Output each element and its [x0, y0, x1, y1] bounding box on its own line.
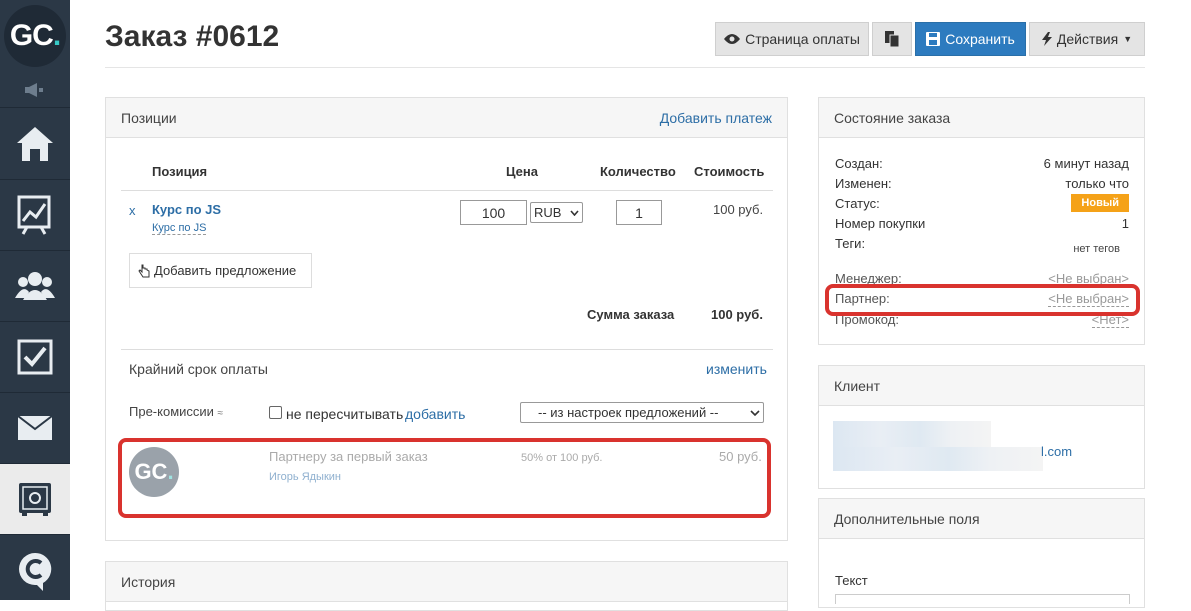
col-price-header: Цена [506, 164, 538, 179]
payment-page-button[interactable]: Страница оплаты [715, 22, 869, 56]
logo-text: GC [9, 19, 54, 52]
sidebar: GC. [0, 0, 70, 600]
position-offer-link[interactable]: Курс по JS [152, 222, 207, 235]
highlight-partner-commission [118, 438, 771, 518]
commission-source-select[interactable]: -- из настроек предложений -- [520, 402, 764, 423]
status-label: Статус: [835, 196, 880, 211]
tags-value[interactable]: нет тегов [1073, 243, 1120, 255]
megaphone-icon [25, 82, 43, 97]
order-state-title: Состояние заказа [834, 109, 951, 126]
add-offer-label: Добавить предложение [154, 263, 297, 278]
extra-fields-panel: Дополнительные поля [818, 498, 1145, 608]
extra-fields-title: Дополнительные поля [834, 510, 980, 527]
actions-dropdown[interactable]: Действия ▼ [1029, 22, 1145, 56]
safe-icon [19, 483, 51, 516]
logo-mark: GC. [4, 5, 66, 67]
add-precommission-link[interactable]: добавить [405, 406, 465, 422]
caret-down-icon: ▼ [1123, 34, 1133, 44]
extra-fields-header: Дополнительные поля [819, 499, 1144, 539]
positions-panel-header: Позиции Добавить платеж [106, 98, 787, 138]
col-position-header: Позиция [152, 164, 208, 179]
col-quantity-header: Количество [600, 164, 676, 179]
table-header-divider [121, 190, 773, 191]
sidebar-item-stats[interactable] [0, 180, 70, 251]
client-panel-header: Клиент [819, 366, 1144, 406]
home-icon [17, 127, 53, 161]
history-panel-title: История [121, 573, 176, 590]
sidebar-item-mail[interactable] [0, 393, 70, 464]
save-button[interactable]: Сохранить [915, 22, 1026, 56]
save-label: Сохранить [945, 31, 1015, 47]
precommission-text: Пре-комиссии [129, 404, 214, 419]
sidebar-item-sales[interactable] [0, 464, 70, 535]
checkbox-icon [17, 339, 53, 375]
users-icon [15, 272, 55, 300]
highlight-partner-field [825, 284, 1140, 316]
tags-label: Теги: [835, 236, 866, 251]
deadline-divider [121, 349, 773, 350]
precommission-label: Пре-комиссии ≈ [129, 404, 223, 419]
eye-icon [724, 34, 741, 44]
position-title-link[interactable]: Курс по JS [152, 202, 221, 217]
status-badge[interactable]: Новый [1071, 194, 1129, 212]
actions-label: Действия [1056, 31, 1119, 47]
payment-page-label: Страница оплаты [745, 31, 860, 47]
history-panel-header: История [106, 562, 787, 602]
created-label: Создан: [835, 156, 883, 171]
logo[interactable]: GC. [0, 0, 70, 72]
text-field-input[interactable] [835, 594, 1130, 604]
sidebar-item-users[interactable] [0, 251, 70, 322]
mail-icon [17, 415, 53, 440]
copy-icon [885, 31, 899, 47]
add-offer-button[interactable]: Добавить предложение [129, 253, 312, 288]
no-recalc-label: не пересчитывать [286, 406, 404, 422]
order-total-value: 100 руб. [711, 307, 763, 322]
purchase-number-value: 1 [1121, 216, 1129, 231]
price-input[interactable]: 100 [460, 200, 527, 225]
page-title: Заказ #0612 [105, 20, 280, 53]
remove-position-button[interactable]: x [129, 203, 136, 218]
sidebar-item-home[interactable] [0, 109, 70, 180]
history-panel: История [105, 561, 788, 611]
logo-dot: . [52, 19, 61, 52]
order-total-label: Сумма заказа [587, 307, 675, 322]
col-cost-header: Стоимость [694, 164, 765, 179]
copy-button[interactable] [872, 22, 912, 56]
floppy-icon [926, 32, 941, 46]
commission-source-value: -- из настроек предложений -- [538, 405, 719, 420]
quantity-input[interactable]: 1 [616, 200, 662, 225]
sidebar-item-tasks[interactable] [0, 322, 70, 393]
payment-deadline-label: Крайний срок оплаты [129, 361, 268, 377]
hand-pointer-icon [138, 264, 150, 277]
positions-panel-title: Позиции [121, 109, 177, 126]
position-cost: 100 руб. [713, 202, 764, 217]
modified-value: только что [1065, 176, 1129, 191]
chart-icon [17, 195, 51, 235]
quantity-value: 1 [635, 204, 643, 221]
sidebar-item-chat[interactable] [0, 535, 70, 606]
client-email-blurred [833, 447, 1043, 471]
client-email-link[interactable]: l.com [1041, 444, 1072, 459]
no-recalc-checkbox[interactable] [269, 406, 282, 419]
client-panel-title: Клиент [834, 377, 881, 394]
chevron-down-icon [750, 409, 760, 416]
header-divider [105, 67, 1145, 68]
price-value: 100 [481, 204, 506, 221]
order-state-header: Состояние заказа [819, 98, 1144, 138]
lightning-icon [1041, 32, 1052, 46]
created-value: 6 минут назад [1043, 156, 1129, 171]
deadline-change-link[interactable]: изменить [706, 361, 767, 377]
announcements-button[interactable] [0, 72, 70, 108]
add-payment-link[interactable]: Добавить платеж [660, 110, 772, 126]
currency-select[interactable]: RUB [530, 202, 583, 223]
currency-value: RUB [534, 205, 562, 220]
purchase-number-label: Номер покупки [835, 216, 926, 231]
chevron-down-icon [570, 209, 579, 216]
text-field-label: Текст [835, 573, 868, 588]
approx-icon: ≈ [217, 408, 224, 419]
modified-label: Изменен: [835, 176, 892, 191]
chat-icon [19, 552, 52, 591]
client-name-blurred [833, 421, 991, 447]
